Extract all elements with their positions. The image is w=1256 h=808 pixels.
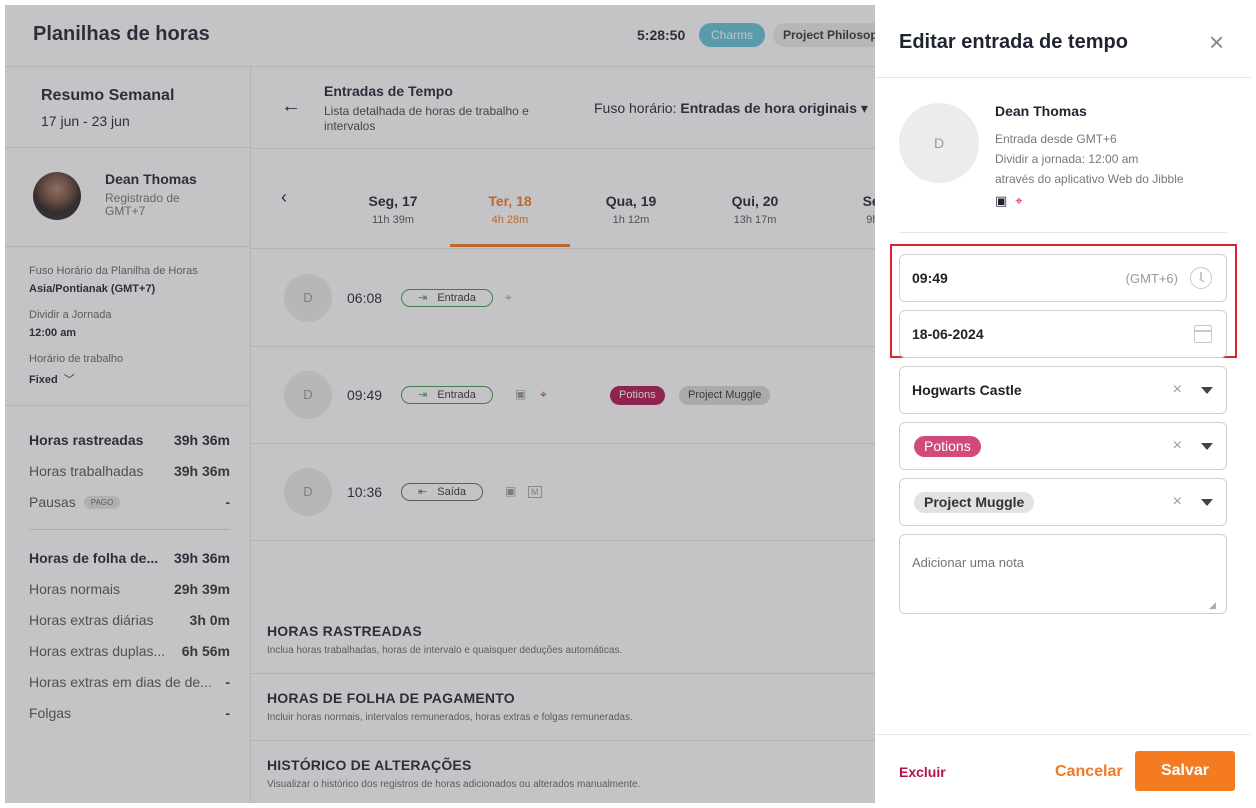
project-tag: Project Muggle: [914, 492, 1035, 513]
time-input[interactable]: 09:49 (GMT+6): [899, 254, 1227, 302]
cancel-button[interactable]: Cancelar: [1055, 763, 1123, 781]
edit-time-entry-panel: Editar entrada de tempo × D Dean Thomas …: [875, 5, 1251, 803]
avatar: D: [899, 103, 979, 183]
note-textarea[interactable]: [899, 534, 1227, 614]
activity-tag: Potions: [914, 436, 981, 457]
date-input-value: 18-06-2024: [912, 326, 984, 342]
entry-source-info: através do aplicativo Web do Jibble: [995, 172, 1184, 186]
entry-timezone-info: Entrada desde GMT+6: [995, 132, 1117, 146]
timesheet-app: Planilhas de horas 5:28:50 Charms Projec…: [5, 5, 1251, 803]
split-day-info: Dividir a jornada: 12:00 am: [995, 152, 1139, 166]
modal-backdrop[interactable]: [5, 5, 875, 803]
date-input[interactable]: 18-06-2024: [899, 310, 1227, 358]
location-pin-icon: ⌖: [1015, 193, 1023, 208]
clear-icon[interactable]: ×: [1173, 493, 1182, 511]
time-input-value: 09:49: [912, 270, 948, 286]
save-button[interactable]: Salvar: [1135, 751, 1235, 791]
delete-button[interactable]: Excluir: [899, 764, 946, 780]
resize-handle-icon[interactable]: ◢: [1209, 600, 1216, 611]
activity-select[interactable]: Potions ×: [899, 422, 1227, 470]
caret-down-icon[interactable]: [1201, 443, 1213, 450]
time-input-timezone: (GMT+6): [1125, 271, 1178, 286]
panel-footer: Excluir Cancelar Salvar: [875, 734, 1251, 803]
panel-user-name: Dean Thomas: [995, 103, 1087, 119]
web-app-icon: ▣: [995, 193, 1008, 208]
caret-down-icon[interactable]: [1201, 387, 1213, 394]
project-select[interactable]: Project Muggle ×: [899, 478, 1227, 526]
panel-title: Editar entrada de tempo: [899, 31, 1128, 53]
entry-icons: ▣ ⌖: [995, 193, 1031, 209]
clear-icon[interactable]: ×: [1173, 381, 1182, 399]
location-select[interactable]: Hogwarts Castle ×: [899, 366, 1227, 414]
calendar-icon[interactable]: [1194, 325, 1212, 343]
divider: [899, 232, 1227, 233]
caret-down-icon[interactable]: [1201, 499, 1213, 506]
location-select-value: Hogwarts Castle: [912, 382, 1022, 398]
clock-icon[interactable]: [1190, 267, 1212, 289]
divider: [875, 77, 1251, 78]
clear-icon[interactable]: ×: [1173, 437, 1182, 455]
close-icon[interactable]: ×: [1209, 29, 1224, 55]
